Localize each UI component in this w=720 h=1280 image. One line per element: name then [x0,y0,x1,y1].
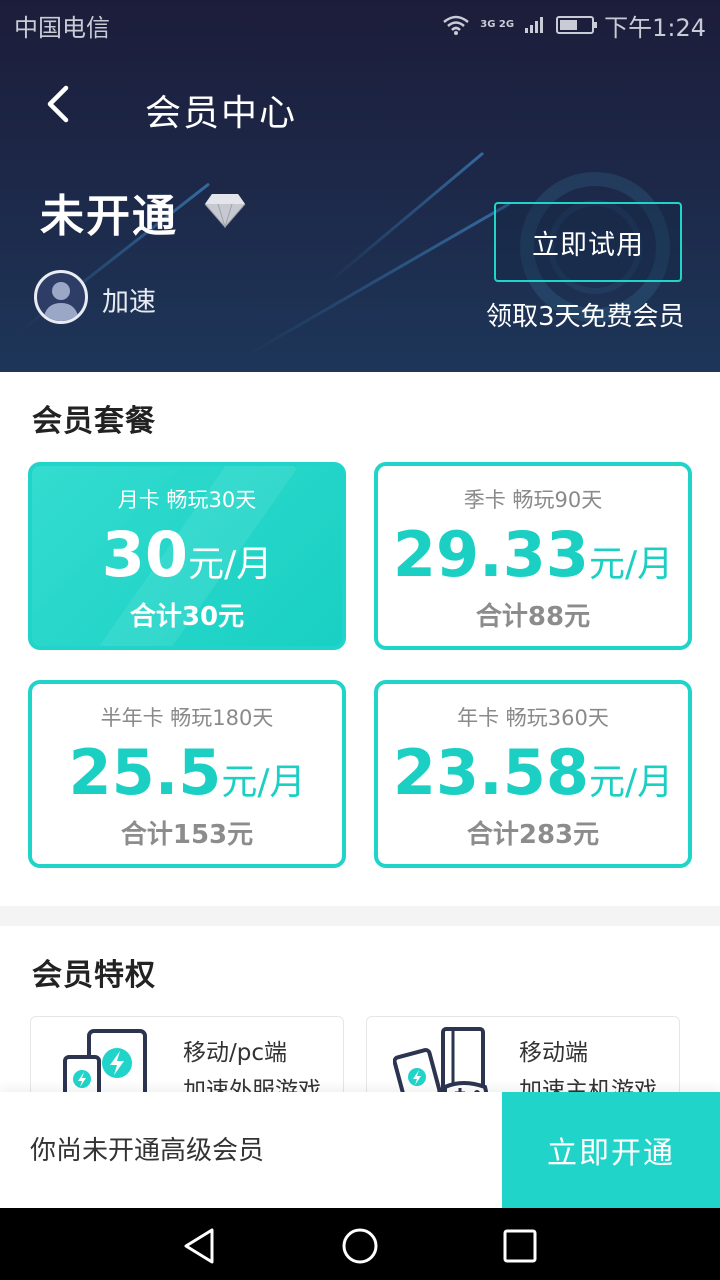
plan-price: 23.58元/月 [392,736,674,809]
plan-name: 季卡 畅玩90天 [463,488,603,512]
network-type: 3G 2G [480,19,515,30]
nav-recents-icon[interactable] [500,1226,540,1266]
plan-name: 月卡 畅玩30天 [117,488,257,512]
plan-total: 合计153元 [120,820,254,850]
carrier-label: 中国电信 [14,13,110,42]
privilege-line-1: 移动端 [519,1040,588,1066]
privileges-section: 会员特权 移动/pc端 加速外服游戏 移动端 加速主机游戏 [0,926,720,1096]
wifi-icon [443,15,470,35]
plan-card-yearly[interactable]: 年卡 畅玩360天 23.58元/月 合计283元 [374,680,692,868]
page-title: 会员中心 [145,93,298,134]
plan-card-monthly[interactable]: 月卡 畅玩30天 30元/月 合计30元 [28,462,346,650]
title-bar: 会员中心 [0,70,720,140]
privileges-title: 会员特权 [32,958,156,993]
plan-total: 合计30元 [129,602,245,632]
plan-price: 29.33元/月 [392,518,674,591]
privilege-line-1: 移动/pc端 [183,1040,287,1066]
plans-section: 会员套餐 月卡 畅玩30天 30元/月 合计30元 季卡 畅玩90天 29.33… [0,372,720,906]
vip-status: 未开通 [40,191,178,242]
trial-note: 领取3天免费会员 [486,302,685,332]
back-icon[interactable] [40,82,80,126]
plan-total: 合计283元 [466,820,600,850]
plan-card-half-year[interactable]: 半年卡 畅玩180天 25.5元/月 合计153元 [28,680,346,868]
battery-icon [556,16,598,34]
membership-hint: 你尚未开通高级会员 [30,1136,265,1166]
devices-icon [63,1029,147,1096]
plans-title: 会员套餐 [32,404,156,439]
username: 加速 [102,287,156,318]
plan-name: 半年卡 畅玩180天 [100,706,274,730]
signal-icon [525,17,544,33]
decor-streak [249,202,511,355]
privilege-card[interactable]: 移动/pc端 加速外服游戏 [30,1016,344,1096]
avatar[interactable] [34,270,88,324]
plan-card-quarterly[interactable]: 季卡 畅玩90天 29.33元/月 合计88元 [374,462,692,650]
diamond-icon [204,194,246,228]
plan-total: 合计88元 [475,602,591,632]
plan-price: 30元/月 [101,518,273,591]
bottom-bar: 你尚未开通高级会员 立即开通 [0,1092,720,1208]
privilege-card[interactable]: 移动端 加速主机游戏 [366,1016,680,1096]
status-bar: 中国电信 3G 2G 下午1:24 [0,0,720,50]
clock: 下午1:24 [604,13,706,42]
plan-name: 年卡 畅玩360天 [457,706,609,730]
member-header: 中国电信 3G 2G 下午1:24 会员中心 未开通 加速 立即试用 领取3天免… [0,0,720,372]
nav-home-icon[interactable] [340,1226,380,1266]
plan-price: 25.5元/月 [68,736,306,809]
activate-now-button[interactable]: 立即开通 [502,1092,720,1208]
system-navbar [0,1208,720,1280]
nav-back-icon[interactable] [180,1226,220,1266]
user-avatar-icon [43,282,79,321]
try-now-button[interactable]: 立即试用 [494,202,682,282]
console-icon [393,1027,490,1096]
